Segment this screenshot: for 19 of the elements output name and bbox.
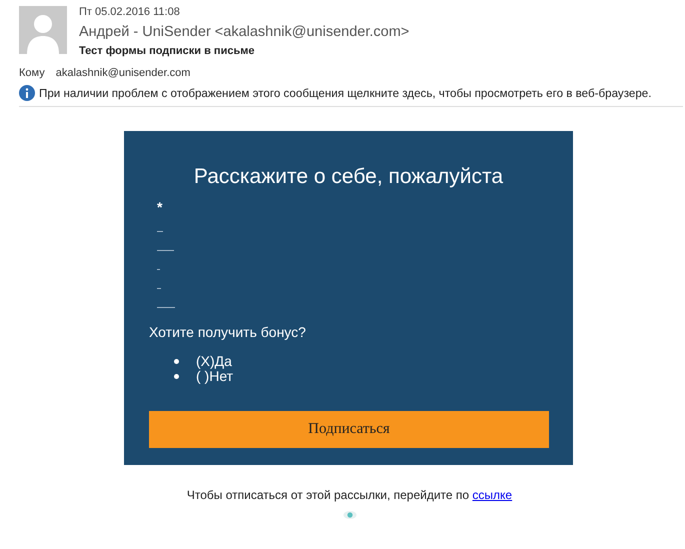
info-link[interactable]: При наличии проблем с отображением этого сообщения щелкните здесь, чтобы просмотреть его в веб-браузере.	[39, 86, 652, 100]
unsubscribe-text: Чтобы отписаться от этой рассылки, перейдите по ссылке	[186, 488, 512, 502]
form-title: Расскажите о себе, пожалуйста	[192, 165, 504, 189]
bullet-icon	[174, 374, 179, 379]
bullet-icon	[174, 359, 179, 364]
message-subject: Тест формы подписки в письме	[79, 45, 256, 57]
avatar-icon	[19, 6, 67, 54]
option-label: (X)Да	[196, 354, 232, 369]
required-mark: *	[157, 201, 164, 213]
info-icon	[19, 85, 35, 101]
message-sender: Андрей - UniSender <akalashnik@unisender.com>	[79, 24, 410, 40]
eye-icon	[342, 510, 356, 520]
message-date: Пт 05.02.2016 11:08	[79, 6, 181, 19]
unsubscribe-link[interactable]: ссылке	[472, 488, 512, 502]
option-label: ( )Нет	[196, 369, 234, 384]
recipient-label: Кому	[19, 67, 45, 79]
subscribe-button[interactable]: Подписаться	[149, 411, 549, 448]
recipient-address: akalashnik@unisender.com	[56, 67, 190, 79]
form-question: Хотите получить бонус?	[149, 324, 307, 340]
